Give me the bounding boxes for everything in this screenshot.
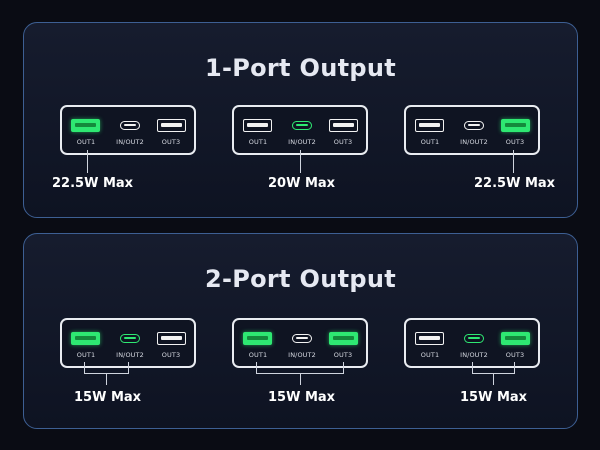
usb-a-port-out3 — [157, 332, 186, 345]
power-rating: 15W Max — [268, 390, 336, 405]
usb-a-port-out1 — [415, 332, 444, 345]
usb-a-port-out1 — [71, 332, 100, 345]
usb-c-port-inout2 — [292, 334, 312, 343]
port-label-out1: OUT1 — [76, 138, 96, 146]
connector-line — [300, 150, 301, 173]
port-label-out1: OUT1 — [248, 351, 268, 359]
port-label-out1: OUT1 — [248, 138, 268, 146]
port-label-inout2: IN/OUT2 — [288, 351, 316, 359]
power-rating: 20W Max — [268, 176, 336, 191]
usb-c-port-inout2 — [464, 121, 484, 130]
power-rating: 22.5W Max — [474, 176, 556, 191]
power-bank-inout2-active: OUT1 IN/OUT2 OUT3 — [232, 105, 368, 155]
port-label-out3: OUT3 — [161, 351, 181, 359]
power-bank-out1-out3-active: OUT1 IN/OUT2 OUT3 — [232, 318, 368, 368]
usb-c-port-inout2 — [120, 121, 140, 130]
section-title: 1-Port Output — [204, 54, 396, 82]
power-bank-out3-active: OUT1 IN/OUT2 OUT3 — [404, 105, 540, 155]
section-title: 2-Port Output — [204, 265, 396, 293]
connector-line — [493, 373, 494, 385]
connector-line — [256, 362, 257, 373]
usb-a-port-out1 — [71, 119, 100, 132]
port-label-out3: OUT3 — [333, 351, 353, 359]
connector-line — [343, 362, 344, 373]
usb-a-port-out1 — [243, 119, 272, 132]
usb-c-port-inout2 — [120, 334, 140, 343]
usb-a-port-out3 — [501, 332, 530, 345]
port-label-out3: OUT3 — [333, 138, 353, 146]
connector-line — [84, 362, 85, 373]
usb-c-port-inout2 — [464, 334, 484, 343]
usb-a-port-out1 — [415, 119, 444, 132]
usb-a-port-out3 — [329, 332, 358, 345]
port-label-inout2: IN/OUT2 — [460, 351, 488, 359]
port-label-out3: OUT3 — [161, 138, 181, 146]
power-bank-out1-inout2-active: OUT1 IN/OUT2 OUT3 — [60, 318, 196, 368]
power-rating: 15W Max — [460, 390, 528, 405]
port-label-out1: OUT1 — [76, 351, 96, 359]
usb-a-port-out3 — [501, 119, 530, 132]
usb-a-port-out3 — [157, 119, 186, 132]
connector-line — [514, 362, 515, 373]
port-label-out1: OUT1 — [420, 351, 440, 359]
usb-c-port-inout2 — [292, 121, 312, 130]
connector-line — [87, 150, 88, 173]
port-label-out1: OUT1 — [420, 138, 440, 146]
port-label-out3: OUT3 — [505, 351, 525, 359]
connector-line — [106, 373, 107, 385]
power-rating: 22.5W Max — [52, 176, 134, 191]
usb-a-port-out1 — [243, 332, 272, 345]
connector-line — [513, 150, 514, 173]
port-label-inout2: IN/OUT2 — [288, 138, 316, 146]
usb-a-port-out3 — [329, 119, 358, 132]
port-label-out3: OUT3 — [505, 138, 525, 146]
port-label-inout2: IN/OUT2 — [460, 138, 488, 146]
connector-line — [128, 362, 129, 373]
power-bank-inout2-out3-active: OUT1 IN/OUT2 OUT3 — [404, 318, 540, 368]
port-label-inout2: IN/OUT2 — [116, 351, 144, 359]
infographic: 1-Port Output OUT1 IN/OUT2 OUT3 22.5W Ma… — [0, 0, 600, 450]
port-label-inout2: IN/OUT2 — [116, 138, 144, 146]
connector-line — [472, 362, 473, 373]
power-rating: 15W Max — [74, 390, 142, 405]
power-bank-out1-active: OUT1 IN/OUT2 OUT3 — [60, 105, 196, 155]
connector-line — [300, 373, 301, 385]
